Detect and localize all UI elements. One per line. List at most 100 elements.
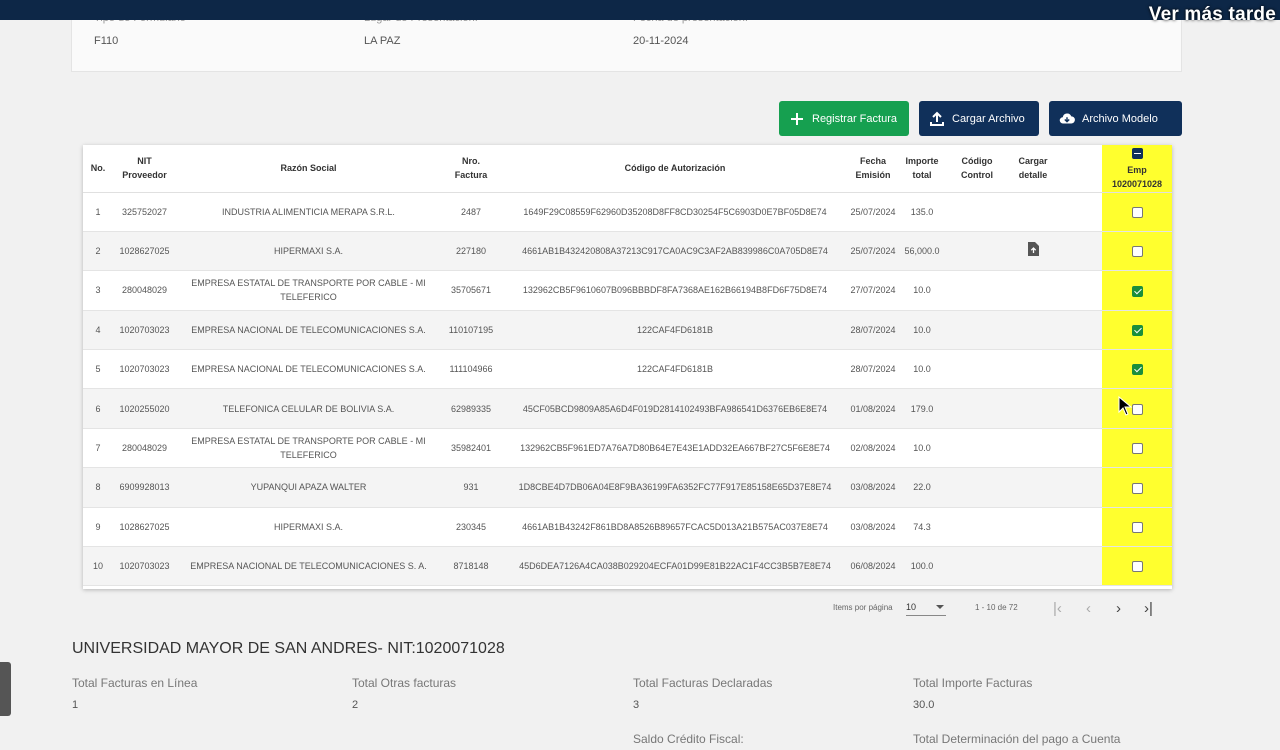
cell-razon-social: EMPRESA ESTATAL DE TRANSPORTE POR CABLE … xyxy=(176,270,441,311)
prev-page-icon[interactable]: ‹ xyxy=(1086,600,1091,617)
upload-icon xyxy=(929,111,945,127)
table-row: 4 1020703023 EMPRESA NACIONAL DE TELECOMUN… xyxy=(83,310,1172,351)
cell-cargar-detalle xyxy=(1007,467,1059,508)
cell-no: 6 xyxy=(83,388,113,429)
cell-importe-total: 135.0 xyxy=(897,192,947,232)
cell-razon-social: EMPRESA NACIONAL DE TELECOMUNICACIONES S… xyxy=(176,349,441,390)
cell-emp-select xyxy=(1102,507,1172,548)
header-emp: Emp 1020071028 xyxy=(1102,145,1172,193)
cell-fecha-emision: 25/07/2024 xyxy=(849,192,897,232)
table-row: 8 6909928013 YUPANQUI APAZA WALTER 931 1D8CB… xyxy=(83,467,1172,508)
row-select-checkbox[interactable] xyxy=(1131,324,1143,336)
cell-fecha-emision: 27/07/2024 xyxy=(849,270,897,311)
cell-no: 9 xyxy=(83,507,113,548)
upload-file-label: Cargar Archivo xyxy=(952,112,1025,125)
header-cargar-detalle: Cargar detalle xyxy=(1007,145,1059,193)
cell-cargar-detalle xyxy=(1007,388,1059,429)
cell-importe-total: 10.0 xyxy=(897,310,947,351)
dropdown-arrow-icon xyxy=(936,605,944,609)
cell-spacer xyxy=(1059,270,1102,311)
file-upload-icon[interactable] xyxy=(1027,242,1039,260)
cell-fecha-emision: 06/08/2024 xyxy=(849,546,897,587)
summary-title: UNIVERSIDAD MAYOR DE SAN ANDRES- NIT:102… xyxy=(72,640,505,657)
cell-no: 2 xyxy=(83,231,113,272)
row-select-checkbox[interactable] xyxy=(1131,521,1143,533)
register-invoice-button[interactable]: Registrar Factura xyxy=(779,101,909,136)
cell-nro-factura: 111104966 xyxy=(441,349,501,390)
template-file-label: Archivo Modelo xyxy=(1082,112,1158,125)
row-select-checkbox[interactable] xyxy=(1131,206,1143,218)
row-select-checkbox[interactable] xyxy=(1131,482,1143,494)
cell-fecha-emision: 02/08/2024 xyxy=(849,428,897,469)
table-header-row: No. NIT Proveedor Razón Social Nro. Factur… xyxy=(83,145,1172,193)
cell-nro-factura: 227180 xyxy=(441,231,501,272)
cell-nit: 6909928013 xyxy=(113,467,176,508)
cell-cargar-detalle xyxy=(1007,310,1059,351)
cell-emp-select xyxy=(1102,467,1172,508)
first-page-icon[interactable]: |‹ xyxy=(1053,600,1062,617)
cell-fecha-emision: 25/07/2024 xyxy=(849,231,897,272)
cell-codigo-autorizacion: 132962CB5F961ED7A76A7D80B64E7E43E1ADD32E… xyxy=(501,428,849,469)
total-other-label: Total Otras facturas xyxy=(352,676,457,690)
cell-no: 10 xyxy=(83,546,113,587)
cell-no: 5 xyxy=(83,349,113,390)
table-row: 3 280048029 EMPRESA ESTATAL DE TRANSPORTE … xyxy=(83,270,1172,311)
cell-nro-factura: 2487 xyxy=(441,192,501,232)
cell-razon-social: INDUSTRIA ALIMENTICIA MERAPA S.R.L. xyxy=(176,192,441,232)
cell-codigo-autorizacion: 1D8CBE4D7DB06A04E8F9BA36199FA6352FC77F91… xyxy=(501,467,849,508)
cell-razon-social: HIPERMAXI S.A. xyxy=(176,507,441,548)
cell-emp-select xyxy=(1102,270,1172,311)
total-declared-value: 3 xyxy=(633,699,640,711)
total-online-label: Total Facturas en Línea xyxy=(72,676,198,690)
cell-codigo-autorizacion: 4661AB1B43242F861BD8A8526B89657FCAC5D013… xyxy=(501,507,849,548)
cloud-download-icon xyxy=(1059,111,1075,127)
cell-importe-total: 10.0 xyxy=(897,428,947,469)
select-all-checkbox[interactable] xyxy=(1131,147,1143,159)
cell-emp-select xyxy=(1102,192,1172,232)
upload-file-button[interactable]: Cargar Archivo xyxy=(919,101,1039,136)
fiscal-credit-label: Saldo Crédito Fiscal: xyxy=(633,732,744,746)
cell-spacer xyxy=(1059,310,1102,351)
total-amount-label: Total Importe Facturas xyxy=(913,676,1033,690)
row-select-checkbox[interactable] xyxy=(1131,443,1143,455)
cell-codigo-control xyxy=(947,231,1007,272)
cell-importe-total: 179.0 xyxy=(897,388,947,429)
cell-razon-social: HIPERMAXI S.A. xyxy=(176,231,441,272)
cell-cargar-detalle xyxy=(1007,428,1059,469)
total-declared-label: Total Facturas Declaradas xyxy=(633,676,773,690)
next-page-icon[interactable]: › xyxy=(1116,600,1121,617)
cell-nro-factura: 931 xyxy=(441,467,501,508)
row-select-checkbox[interactable] xyxy=(1131,364,1143,376)
row-select-checkbox[interactable] xyxy=(1131,561,1143,573)
cell-codigo-control xyxy=(947,388,1007,429)
cell-emp-select xyxy=(1102,231,1172,272)
row-select-checkbox[interactable] xyxy=(1131,285,1143,297)
cell-fecha-emision: 01/08/2024 xyxy=(849,388,897,429)
cell-codigo-control xyxy=(947,507,1007,548)
template-file-button[interactable]: Archivo Modelo xyxy=(1049,101,1182,136)
cell-codigo-autorizacion: 122CAF4FD6181B xyxy=(501,310,849,351)
page-size-select[interactable]: 10 xyxy=(906,600,946,616)
row-select-checkbox[interactable] xyxy=(1131,246,1143,258)
cell-spacer xyxy=(1059,349,1102,390)
cell-nit: 325752027 xyxy=(113,192,176,232)
register-invoice-label: Registrar Factura xyxy=(812,112,897,125)
cell-razon-social: YUPANQUI APAZA WALTER xyxy=(176,467,441,508)
payment-determination-label: Total Determinación del pago a Cuenta xyxy=(913,732,1121,746)
cell-importe-total: 100.0 xyxy=(897,546,947,587)
cell-nit: 1020703023 xyxy=(113,349,176,390)
cell-cargar-detalle xyxy=(1007,546,1059,587)
cell-no: 1 xyxy=(83,192,113,232)
side-handle[interactable] xyxy=(0,662,11,716)
cell-spacer xyxy=(1059,192,1102,232)
cell-importe-total: 10.0 xyxy=(897,349,947,390)
cell-no: 7 xyxy=(83,428,113,469)
header-codigo-control: Código Control xyxy=(947,145,1007,193)
cell-spacer xyxy=(1059,428,1102,469)
cell-emp-select xyxy=(1102,428,1172,469)
cell-no: 8 xyxy=(83,467,113,508)
table-row: 5 1020703023 EMPRESA NACIONAL DE TELECOMUN… xyxy=(83,349,1172,390)
last-page-icon[interactable]: ›| xyxy=(1144,600,1153,617)
watch-later-label[interactable]: Ver más tarde xyxy=(1149,4,1276,26)
cell-spacer xyxy=(1059,507,1102,548)
